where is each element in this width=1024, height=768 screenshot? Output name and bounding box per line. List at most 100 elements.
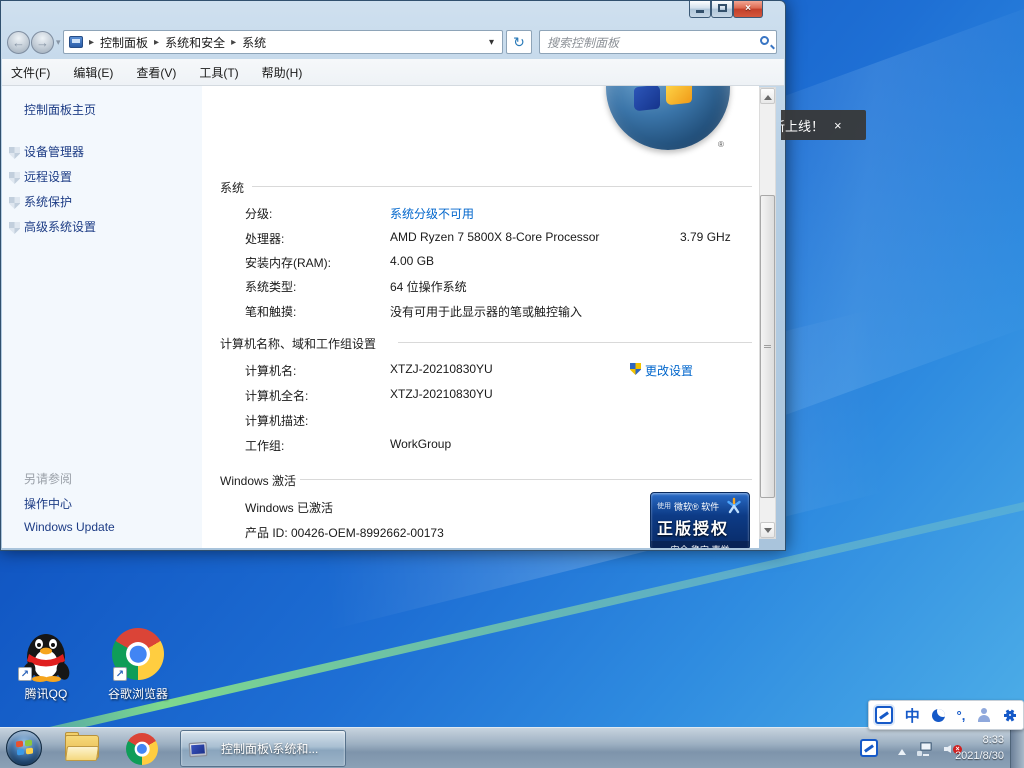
sidebar-item-windows-update[interactable]: Windows Update <box>24 520 115 534</box>
genuine-star-icon <box>725 497 743 515</box>
minimize-icon <box>696 10 704 13</box>
menu-tools[interactable]: 工具(T) <box>190 64 252 81</box>
shortcut-arrow-icon: ↗ <box>18 667 32 681</box>
vertical-scrollbar[interactable] <box>759 87 776 539</box>
address-dropdown-icon[interactable]: ▾ <box>489 37 494 48</box>
menu-bar: 文件(F) 编辑(E) 查看(V) 工具(T) 帮助(H) <box>2 59 784 86</box>
genuine-software-badge[interactable]: 使用 微软® 软件 正版授权 安全 稳定 声誉 <box>650 492 750 548</box>
row-label-full-name: 计算机全名: <box>245 387 308 404</box>
desktop-icon-label: 腾讯QQ <box>0 685 92 702</box>
taskbar-clock[interactable]: 8:33 2021/8/30 <box>955 732 1004 764</box>
breadcrumb-item-control-panel[interactable]: 控制面板 <box>94 34 154 51</box>
full-name-value: XTZJ-20210830YU <box>390 387 493 401</box>
row-label-computer-name: 计算机名: <box>245 362 296 379</box>
back-button[interactable]: ← <box>7 31 30 54</box>
divider <box>398 342 752 343</box>
badge-brand: 微软® 软件 <box>674 500 719 513</box>
sidebar-item-control-panel-home[interactable]: 控制面板主页 <box>24 101 96 118</box>
desktop-icon-qq[interactable]: ↗ 腾讯QQ <box>0 624 92 702</box>
toast-text: 新上线！ <box>781 116 824 135</box>
shield-icon <box>9 197 20 209</box>
maximize-icon <box>718 4 727 12</box>
search-input[interactable]: 搜索控制面板 <box>539 30 777 54</box>
scroll-down-icon <box>764 528 772 537</box>
row-label-workgroup: 工作组: <box>245 437 284 454</box>
row-label-system-type: 系统类型: <box>245 278 296 295</box>
activation-status: Windows 已激活 <box>245 499 333 516</box>
breadcrumb-item-system[interactable]: 系统 <box>236 34 272 51</box>
start-button[interactable] <box>6 730 42 766</box>
network-icon[interactable] <box>918 742 934 756</box>
account-icon[interactable] <box>977 708 991 722</box>
row-label-rating: 分级: <box>245 205 272 222</box>
forward-icon: → <box>36 35 49 50</box>
menu-view[interactable]: 查看(V) <box>127 64 190 81</box>
scrollbar-thumb[interactable] <box>760 195 775 498</box>
sidebar-item-system-protection[interactable]: 系统保护 <box>24 193 72 210</box>
desktop-icon-chrome[interactable]: ↗ 谷歌浏览器 <box>92 628 184 702</box>
registered-mark: ® <box>718 140 724 149</box>
close-button[interactable]: × <box>733 1 763 18</box>
scroll-up-icon <box>764 91 772 100</box>
scroll-down-button[interactable] <box>760 522 775 538</box>
punctuation-mode-button[interactable]: °, <box>957 708 966 723</box>
system-type-value: 64 位操作系统 <box>390 278 467 295</box>
processor-speed: 3.79 GHz <box>680 230 731 244</box>
explorer-folder-icon <box>65 735 99 761</box>
scrollbar-grip <box>764 345 771 348</box>
system-properties-window: × ← → ▾ ▸ 控制面板 ▸ 系统和安全 ▸ 系统 ▾ ↻ 搜索控制面板 文… <box>0 0 786 551</box>
desktop: W ▶ × ← → ▾ ▸ 控制面板 ▸ 系统和安全 ▸ 系统 ▾ ↻ 搜索控制… <box>0 0 1024 768</box>
taskbar-item-chrome[interactable] <box>118 730 166 767</box>
ime-logo-icon[interactable] <box>875 706 893 724</box>
fullwidth-moon-icon[interactable] <box>932 709 945 722</box>
workgroup-value: WorkGroup <box>390 437 451 451</box>
row-label-pen-touch: 笔和触摸: <box>245 303 296 320</box>
desktop-icon-label: 谷歌浏览器 <box>92 685 184 702</box>
maximize-button[interactable] <box>711 1 733 18</box>
taskbar: 控制面板\系统和... × 8:33 2021/8/30 <box>0 727 1024 768</box>
breadcrumb-item-system-security[interactable]: 系统和安全 <box>159 34 231 51</box>
forward-button[interactable]: → <box>31 31 54 54</box>
sidebar-item-advanced-settings[interactable]: 高级系统设置 <box>24 218 96 235</box>
sidebar-item-action-center[interactable]: 操作中心 <box>24 495 72 512</box>
section-title-system: 系统 <box>220 179 244 196</box>
menu-edit[interactable]: 编辑(E) <box>64 64 127 81</box>
windows-logo-icon <box>606 86 730 150</box>
clock-date: 2021/8/30 <box>955 748 1004 764</box>
show-hidden-icons-button[interactable] <box>898 745 906 755</box>
rating-unavailable-link[interactable]: 系统分级不可用 <box>390 205 474 222</box>
row-label-description: 计算机描述: <box>245 412 308 429</box>
row-label-ram: 安装内存(RAM): <box>245 254 331 271</box>
menu-help[interactable]: 帮助(H) <box>253 64 317 81</box>
menu-file[interactable]: 文件(F) <box>2 64 64 81</box>
shield-icon <box>9 222 20 234</box>
scroll-up-button[interactable] <box>760 88 775 104</box>
system-content-pane: ® 系统 分级: 系统分级不可用 处理器: AMD Ryzen 7 5800X … <box>202 86 759 548</box>
shield-icon <box>9 172 20 184</box>
computer-name-value: XTZJ-20210830YU <box>390 362 493 376</box>
system-window-icon <box>189 742 205 755</box>
sidebar-item-remote-settings[interactable]: 远程设置 <box>24 168 72 185</box>
taskbar-item-control-panel[interactable]: 控制面板\系统和... <box>180 730 346 767</box>
uac-shield-icon <box>630 363 641 375</box>
recent-pages-dropdown[interactable]: ▾ <box>56 37 61 48</box>
ime-settings-icon[interactable] <box>1003 708 1017 722</box>
toast-notification[interactable]: 新上线！ × <box>781 110 866 140</box>
toast-close-icon[interactable]: × <box>834 118 842 133</box>
refresh-button[interactable]: ↻ <box>506 30 532 54</box>
change-settings-link[interactable]: 更改设置 <box>645 362 693 379</box>
divider <box>252 186 752 187</box>
row-label-processor: 处理器: <box>245 230 284 247</box>
close-icon: × <box>745 3 751 14</box>
minimize-button[interactable] <box>689 1 711 18</box>
processor-value: AMD Ryzen 7 5800X 8-Core Processor <box>390 230 599 244</box>
taskbar-item-explorer[interactable] <box>58 730 106 767</box>
tray-ime-icon[interactable] <box>860 739 878 757</box>
ram-value: 4.00 GB <box>390 254 434 268</box>
show-desktop-button[interactable] <box>1010 728 1024 768</box>
breadcrumb: ▸ 控制面板 ▸ 系统和安全 ▸ 系统 ▾ <box>63 30 503 54</box>
search-icon <box>760 36 769 45</box>
sidebar-item-device-manager[interactable]: 设备管理器 <box>24 143 84 160</box>
ime-chinese-mode-button[interactable]: 中 <box>905 705 920 726</box>
language-bar: 中 °, <box>868 700 1024 730</box>
